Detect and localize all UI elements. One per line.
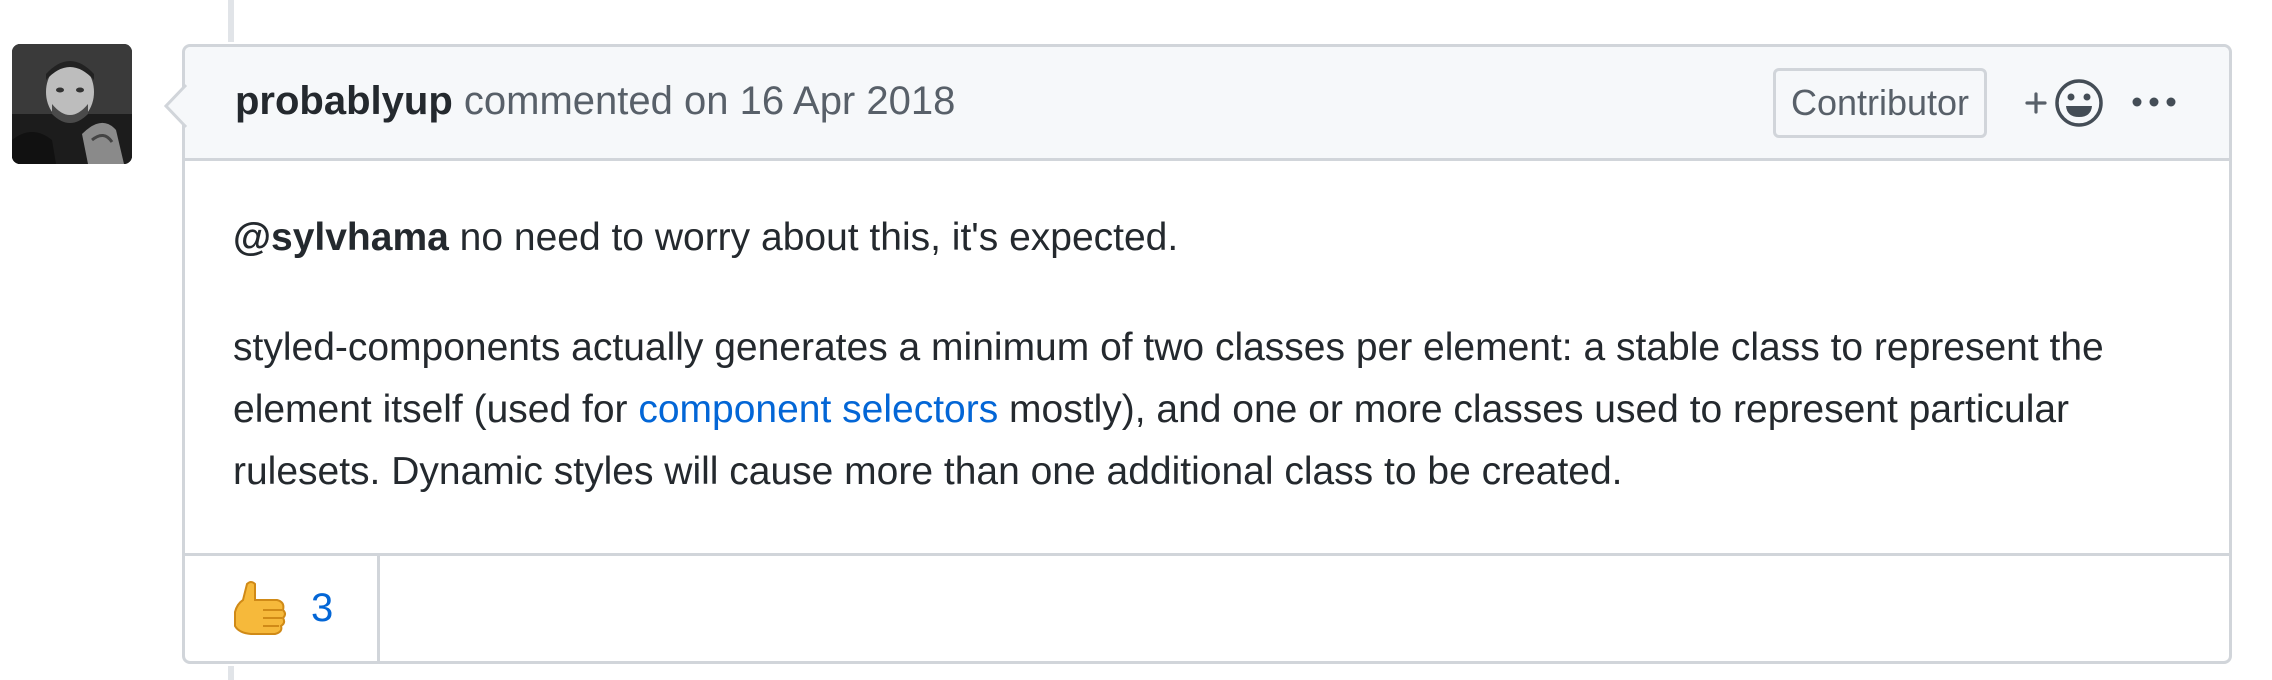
avatar[interactable] [12,44,132,164]
reactions-bar: 3 [185,553,2229,661]
contributor-badge: Contributor [1773,68,1987,138]
paragraph-text: no need to worry about this, it's expect… [448,216,1179,259]
comment-timestamp[interactable]: commented on 16 Apr 2018 [464,79,955,123]
reaction-count: 3 [311,586,334,630]
comment-body: @sylvhama no need to worry about this, i… [233,207,2193,503]
comment-paragraph: @sylvhama no need to worry about this, i… [233,207,2193,269]
timeline-line [228,666,234,680]
thumbs-up-reaction-button[interactable]: 3 [185,556,380,661]
author-link[interactable]: probablyup [235,79,453,123]
add-reaction-icon[interactable] [2023,77,2107,129]
comment-paragraph: styled-components actually generates a m… [233,317,2193,503]
user-mention-link[interactable]: @sylvhama [233,216,449,259]
thumbs-up-icon [234,581,286,635]
comment-heading: probablyup commented on 16 Apr 2018 [235,77,955,125]
comment-header: probablyup commented on 16 Apr 2018 Cont… [185,47,2229,161]
comment-box: probablyup commented on 16 Apr 2018 Cont… [182,44,2232,664]
more-options-icon[interactable] [2131,87,2177,117]
comment-arrow [164,84,188,128]
component-selectors-link[interactable]: component selectors [638,388,998,431]
timeline-line [228,0,234,42]
